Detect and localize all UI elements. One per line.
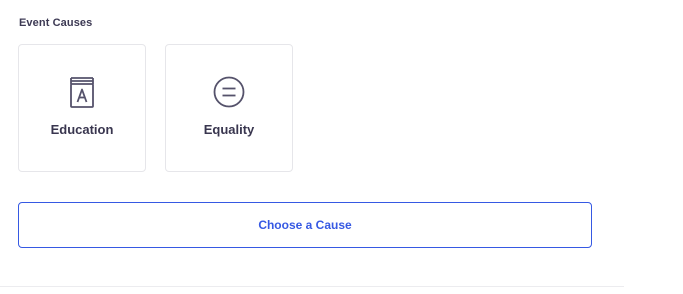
cause-card-education[interactable]: Education xyxy=(18,44,146,172)
book-icon xyxy=(65,75,99,109)
cause-label: Equality xyxy=(203,122,255,137)
cause-label: Education xyxy=(50,122,114,137)
equals-circle-icon xyxy=(212,75,246,109)
choose-cause-button[interactable]: Choose a Cause xyxy=(18,202,592,248)
cause-card-equality[interactable]: Equality xyxy=(165,44,293,172)
cause-list: Education Equality xyxy=(18,44,293,172)
section-title: Event Causes xyxy=(19,17,93,29)
divider xyxy=(0,286,624,287)
